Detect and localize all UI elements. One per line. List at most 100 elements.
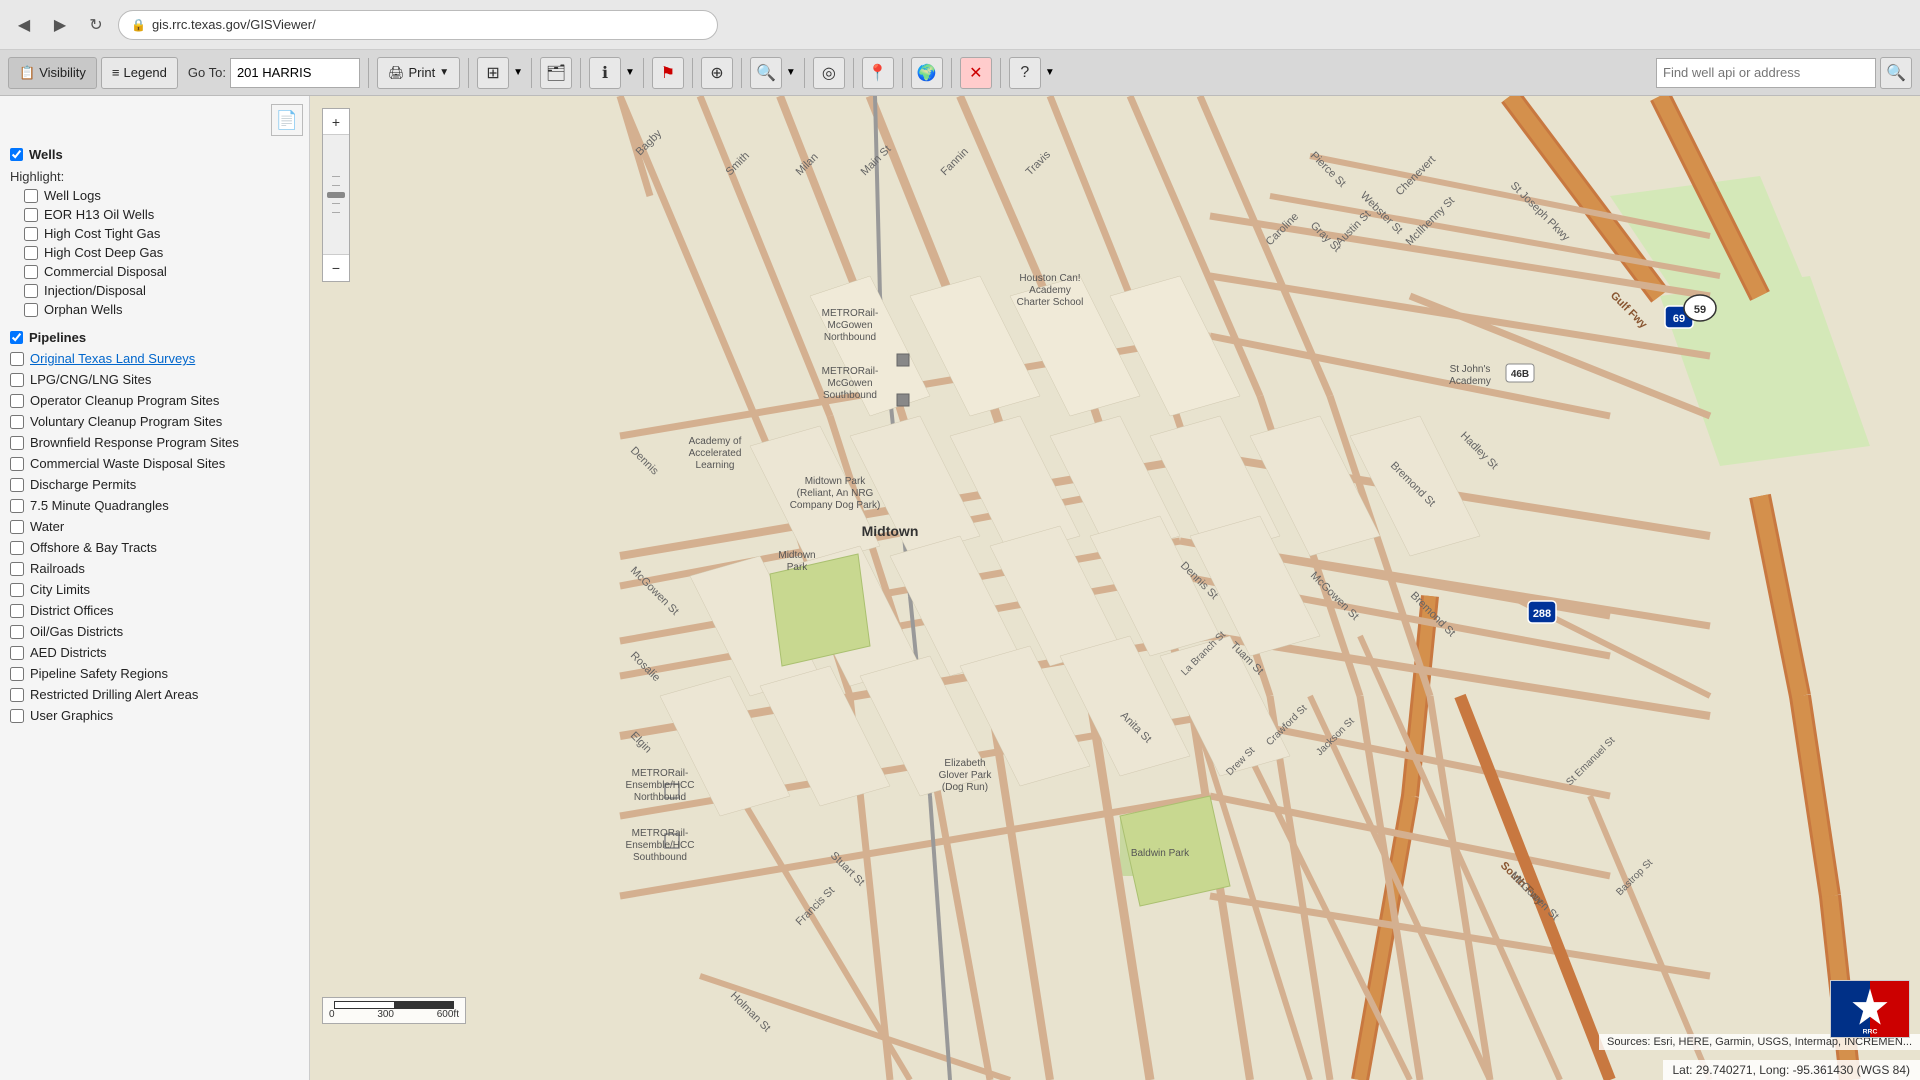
help-dropdown-arrow[interactable]: ▼: [1045, 67, 1055, 78]
flag-button[interactable]: ⚑: [652, 57, 684, 89]
gps-button[interactable]: 📍: [862, 57, 894, 89]
layer-operator-cleanup[interactable]: Operator Cleanup Program Sites: [6, 390, 303, 411]
layer-well-logs[interactable]: Well Logs: [6, 186, 303, 205]
discharge-permits-label: Discharge Permits: [30, 477, 136, 492]
layer-brownfield[interactable]: Brownfield Response Program Sites: [6, 432, 303, 453]
svg-text:Company Dog Park): Company Dog Park): [790, 500, 881, 511]
aed-districts-checkbox[interactable]: [10, 646, 24, 660]
layer-restricted-drilling[interactable]: Restricted Drilling Alert Areas: [6, 684, 303, 705]
svg-text:St John's: St John's: [1450, 364, 1491, 375]
reload-button[interactable]: ↻: [82, 11, 110, 39]
layer-water[interactable]: Water: [6, 516, 303, 537]
lpg-checkbox[interactable]: [10, 373, 24, 387]
original-texas-checkbox[interactable]: [10, 352, 24, 366]
close-button[interactable]: ✕: [960, 57, 992, 89]
high-cost-tight-checkbox[interactable]: [24, 227, 38, 241]
wells-section[interactable]: Wells: [6, 142, 303, 165]
info-dropdown-arrow[interactable]: ▼: [625, 67, 635, 78]
help-button[interactable]: ?: [1009, 57, 1041, 89]
layer-oil-gas-districts[interactable]: Oil/Gas Districts: [6, 621, 303, 642]
voluntary-cleanup-checkbox[interactable]: [10, 415, 24, 429]
layer-high-cost-tight[interactable]: High Cost Tight Gas: [6, 224, 303, 243]
crosshair-button[interactable]: ⊕: [701, 57, 733, 89]
coords-bar: Lat: 29.740271, Long: -95.361430 (WGS 84…: [1663, 1060, 1920, 1080]
high-cost-deep-checkbox[interactable]: [24, 246, 38, 260]
layer-orphan-wells[interactable]: Orphan Wells: [6, 300, 303, 319]
layer-discharge-permits[interactable]: Discharge Permits: [6, 474, 303, 495]
lock-icon: 🔒: [131, 18, 146, 32]
layer-eor[interactable]: EOR H13 Oil Wells: [6, 205, 303, 224]
city-limits-checkbox[interactable]: [10, 583, 24, 597]
goto-input[interactable]: [230, 58, 360, 88]
zoom-tick: [332, 212, 340, 213]
visibility-label: Visibility: [39, 65, 86, 80]
app-toolbar: 📋 Visibility ≡ Legend Go To: 🖨 Print ▼ ⊞…: [0, 50, 1920, 96]
layer-voluntary-cleanup[interactable]: Voluntary Cleanup Program Sites: [6, 411, 303, 432]
layer-pipeline-safety[interactable]: Pipeline Safety Regions: [6, 663, 303, 684]
zoom-out-button[interactable]: −: [323, 255, 349, 281]
back-button[interactable]: ◀: [10, 11, 38, 39]
zoom-in-button[interactable]: +: [323, 109, 349, 135]
layer-offshore[interactable]: Offshore & Bay Tracts: [6, 537, 303, 558]
brownfield-checkbox[interactable]: [10, 436, 24, 450]
user-graphics-checkbox[interactable]: [10, 709, 24, 723]
orphan-wells-checkbox[interactable]: [24, 303, 38, 317]
pdf-button[interactable]: 📄: [271, 104, 303, 136]
print-button[interactable]: 🖨 Print ▼: [377, 57, 460, 89]
scale-inner: 0 300 600ft: [329, 1001, 459, 1020]
commercial-waste-checkbox[interactable]: [10, 457, 24, 471]
svg-text:69: 69: [1673, 313, 1685, 325]
layer-user-graphics[interactable]: User Graphics: [6, 705, 303, 726]
layer-city-limits[interactable]: City Limits: [6, 579, 303, 600]
search-submit-button[interactable]: 🔍: [1880, 57, 1912, 89]
zoom-slider[interactable]: [323, 135, 349, 255]
address-bar[interactable]: 🔒 gis.rrc.texas.gov/GISViewer/: [118, 10, 718, 40]
pipelines-checkbox[interactable]: [10, 331, 23, 344]
pipeline-safety-checkbox[interactable]: [10, 667, 24, 681]
layer-injection-disposal[interactable]: Injection/Disposal: [6, 281, 303, 300]
search-input[interactable]: [1656, 58, 1876, 88]
layer-commercial-waste[interactable]: Commercial Waste Disposal Sites: [6, 453, 303, 474]
layers-button[interactable]: 🗂: [540, 57, 572, 89]
offshore-checkbox[interactable]: [10, 541, 24, 555]
svg-text:Southbound: Southbound: [823, 390, 877, 401]
layer-lpg[interactable]: LPG/CNG/LNG Sites: [6, 369, 303, 390]
wells-checkbox[interactable]: [10, 148, 23, 161]
zoom-dropdown-arrow[interactable]: ▼: [786, 67, 796, 78]
injection-disposal-checkbox[interactable]: [24, 284, 38, 298]
layer-district-offices[interactable]: District Offices: [6, 600, 303, 621]
pipelines-section[interactable]: Pipelines: [6, 325, 303, 348]
forward-button[interactable]: ▶: [46, 11, 74, 39]
layer-quadrangles[interactable]: 7.5 Minute Quadrangles: [6, 495, 303, 516]
oil-gas-districts-checkbox[interactable]: [10, 625, 24, 639]
eor-checkbox[interactable]: [24, 208, 38, 222]
layer-high-cost-deep[interactable]: High Cost Deep Gas: [6, 243, 303, 262]
layer-original-texas[interactable]: Original Texas Land Surveys: [6, 348, 303, 369]
target-button[interactable]: ◎: [813, 57, 845, 89]
visibility-button[interactable]: 📋 Visibility: [8, 57, 97, 89]
coords-text: Lat: 29.740271, Long: -95.361430 (WGS 84…: [1673, 1063, 1911, 1077]
quadrangles-checkbox[interactable]: [10, 499, 24, 513]
well-logs-label: Well Logs: [44, 188, 101, 203]
info-button[interactable]: ℹ: [589, 57, 621, 89]
discharge-permits-checkbox[interactable]: [10, 478, 24, 492]
layer-aed-districts[interactable]: AED Districts: [6, 642, 303, 663]
grid-button[interactable]: ⊞: [477, 57, 509, 89]
district-offices-checkbox[interactable]: [10, 604, 24, 618]
restricted-drilling-checkbox[interactable]: [10, 688, 24, 702]
legend-button[interactable]: ≡ Legend: [101, 57, 178, 89]
operator-cleanup-checkbox[interactable]: [10, 394, 24, 408]
layer-commercial-disposal[interactable]: Commercial Disposal: [6, 262, 303, 281]
zoom-handle[interactable]: [327, 192, 345, 198]
pipeline-safety-label: Pipeline Safety Regions: [30, 666, 168, 681]
commercial-disposal-checkbox[interactable]: [24, 265, 38, 279]
svg-text:Ensemble/HCC: Ensemble/HCC: [626, 840, 695, 851]
well-logs-checkbox[interactable]: [24, 189, 38, 203]
grid-dropdown-arrow[interactable]: ▼: [513, 67, 523, 78]
globe-button[interactable]: 🌍: [911, 57, 943, 89]
zoom-button[interactable]: 🔍: [750, 57, 782, 89]
railroads-checkbox[interactable]: [10, 562, 24, 576]
map-area[interactable]: 69 59 46B 288 Bagby Smith Milan Main St …: [310, 96, 1920, 1080]
layer-railroads[interactable]: Railroads: [6, 558, 303, 579]
water-checkbox[interactable]: [10, 520, 24, 534]
